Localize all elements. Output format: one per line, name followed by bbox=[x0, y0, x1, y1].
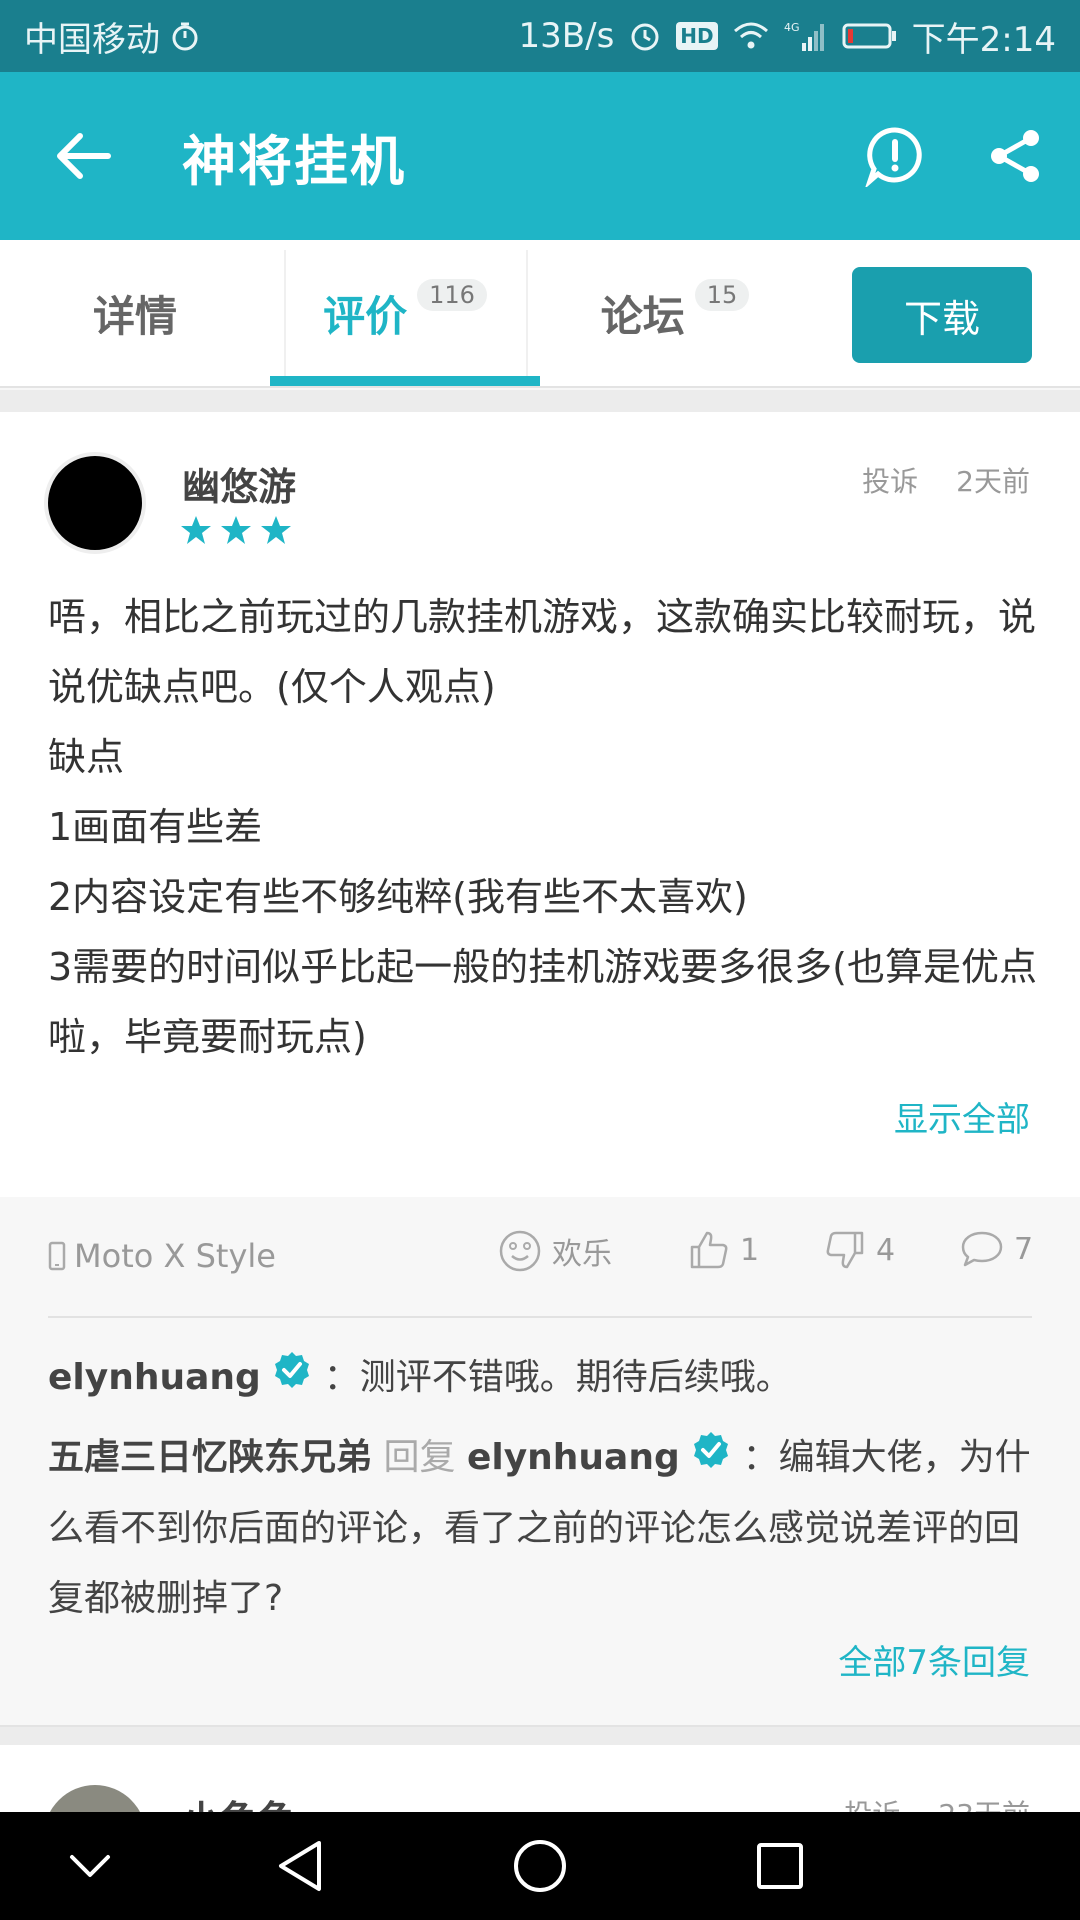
alarm-icon bbox=[628, 19, 662, 53]
reply-text: 测评不错哦。期待后续哦。 bbox=[359, 1357, 792, 1398]
carrier-label: 中国移动 bbox=[24, 19, 160, 60]
tab-details[interactable]: 详情 bbox=[0, 240, 270, 386]
report-link[interactable]: 投诉 bbox=[862, 460, 918, 500]
thumbs-down-icon bbox=[826, 1231, 864, 1269]
share-icon bbox=[991, 130, 1039, 182]
verified-icon bbox=[691, 1424, 731, 1494]
dislike-count: 4 bbox=[876, 1232, 896, 1268]
app-bar: 神将挂机 bbox=[0, 72, 1080, 240]
tab-forum[interactable]: 论坛 15 bbox=[540, 240, 810, 386]
battery-icon bbox=[842, 21, 898, 51]
tab-reviews[interactable]: 评价 116 bbox=[270, 240, 540, 386]
tab-divider bbox=[526, 250, 528, 376]
report-link[interactable]: 投诉 bbox=[844, 1793, 900, 1812]
reply-item[interactable]: 五虐三日忆陕东兄弟 回复 elynhuang ：编辑大佬，为什么看不到你后面的评… bbox=[48, 1423, 1038, 1634]
star-rating bbox=[180, 514, 292, 546]
hd-icon: HD bbox=[676, 22, 718, 50]
review-time: 23天前 bbox=[938, 1793, 1030, 1812]
triangle-back-icon bbox=[279, 1841, 321, 1891]
comment-button[interactable]: 7 bbox=[960, 1229, 1033, 1269]
page-title: 神将挂机 bbox=[182, 129, 406, 193]
system-nav-bar bbox=[0, 1812, 1080, 1920]
review-username[interactable]: 幽悠游 bbox=[182, 456, 296, 511]
avatar[interactable] bbox=[44, 452, 146, 554]
review-line: 唔，相比之前玩过的几款挂机游戏，这款确实比较耐玩，说说优缺点吧。(仅个人观点) bbox=[48, 595, 1037, 709]
tab-bar: 详情 评价 116 论坛 15 下载 bbox=[0, 240, 1080, 388]
share-button[interactable] bbox=[970, 111, 1060, 201]
clock: 下午2:14 bbox=[911, 19, 1056, 60]
review-line: 1画面有些差 bbox=[48, 805, 263, 849]
review-card: 小龟龟 投诉 23天前 bbox=[0, 1745, 1080, 1812]
tab-label: 评价 bbox=[323, 291, 408, 341]
review-card: 幽悠游 投诉 2天前 唔，相比之前玩过的几款挂机游戏，这款确实比较耐玩，说说优缺… bbox=[0, 412, 1080, 1197]
recents-nav-button[interactable] bbox=[740, 1826, 820, 1906]
star-icon bbox=[261, 516, 291, 544]
review-body: 唔，相比之前玩过的几款挂机游戏，这款确实比较耐玩，说说优缺点吧。(仅个人观点) … bbox=[48, 582, 1038, 1072]
phone-icon bbox=[48, 1241, 66, 1271]
stopwatch-icon bbox=[170, 21, 200, 51]
active-tab-indicator bbox=[270, 376, 540, 386]
divider bbox=[48, 1316, 1032, 1318]
review-line: 3需要的时间似乎比起一般的挂机游戏要多很多(也算是优点啦，毕竟要耐玩点) bbox=[48, 945, 1038, 1059]
comment-count: 7 bbox=[1014, 1231, 1034, 1267]
all-replies-link[interactable]: 全部7条回复 bbox=[838, 1635, 1030, 1684]
report-button[interactable] bbox=[850, 111, 940, 201]
review-footer: Moto X Style 欢乐 1 4 7 elynhuang ：测评不错哦。期… bbox=[0, 1197, 1080, 1727]
review-line: 2内容设定有些不够纯粹(我有些不太喜欢) bbox=[48, 875, 748, 919]
smiley-icon bbox=[499, 1230, 541, 1272]
status-bar: 中国移动 13B/s HD 4G 下午2:14 bbox=[0, 0, 1080, 72]
tab-label: 详情 bbox=[92, 291, 177, 341]
verified-icon bbox=[272, 1344, 312, 1414]
mood-label: 欢乐 bbox=[552, 1237, 612, 1272]
download-button[interactable]: 下载 bbox=[852, 267, 1032, 363]
back-nav-button[interactable] bbox=[260, 1826, 340, 1906]
review-count-badge: 116 bbox=[417, 279, 487, 311]
reply-item[interactable]: elynhuang ：测评不错哦。期待后续哦。 bbox=[48, 1343, 1038, 1414]
review-line: 缺点 bbox=[48, 735, 125, 779]
wifi-icon bbox=[732, 21, 770, 51]
section-gap bbox=[0, 390, 1080, 412]
reply-author[interactable]: elynhuang bbox=[48, 1357, 261, 1398]
avatar[interactable] bbox=[44, 1785, 146, 1812]
back-button[interactable] bbox=[24, 96, 144, 216]
review-time: 2天前 bbox=[956, 465, 1030, 498]
device-info: Moto X Style bbox=[48, 1237, 276, 1275]
arrow-left-icon bbox=[57, 133, 111, 179]
tab-label: 论坛 bbox=[600, 291, 685, 341]
mood-button[interactable]: 欢乐 bbox=[498, 1229, 612, 1273]
svg-text:4G: 4G bbox=[784, 21, 800, 34]
network-speed: 13B/s bbox=[518, 16, 615, 56]
like-button[interactable]: 1 bbox=[688, 1229, 759, 1271]
star-icon bbox=[221, 516, 251, 544]
square-recents-icon bbox=[757, 1843, 803, 1889]
forum-count-badge: 15 bbox=[694, 279, 750, 311]
reply-verb: 回复 bbox=[383, 1437, 456, 1478]
review-username[interactable]: 小龟龟 bbox=[182, 1789, 296, 1812]
reply-author[interactable]: 五虐三日忆陕东兄弟 bbox=[48, 1437, 372, 1478]
like-count: 1 bbox=[740, 1232, 760, 1268]
show-all-link[interactable]: 显示全部 bbox=[894, 1092, 1030, 1141]
circle-home-icon bbox=[514, 1840, 566, 1892]
collapse-button[interactable] bbox=[50, 1826, 130, 1906]
thumbs-up-icon bbox=[690, 1231, 728, 1269]
device-name: Moto X Style bbox=[74, 1237, 276, 1275]
chevron-down-icon bbox=[70, 1855, 110, 1877]
alert-icon bbox=[865, 127, 922, 187]
home-nav-button[interactable] bbox=[500, 1826, 580, 1906]
signal-icon: 4G bbox=[784, 19, 828, 53]
reply-target[interactable]: elynhuang bbox=[467, 1437, 680, 1478]
star-icon bbox=[181, 516, 211, 544]
comment-icon bbox=[961, 1231, 1003, 1267]
section-gap bbox=[0, 1727, 1080, 1745]
dislike-button[interactable]: 4 bbox=[824, 1229, 895, 1271]
